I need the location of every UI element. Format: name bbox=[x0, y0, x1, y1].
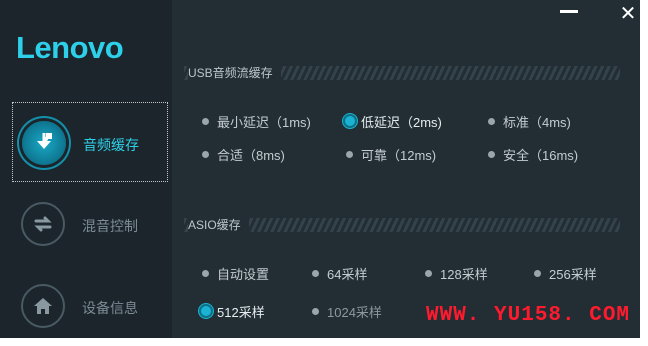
asio-option-256[interactable]: 256采样 bbox=[534, 263, 597, 283]
sidebar-item-device-info[interactable]: 设备信息 bbox=[12, 266, 168, 346]
radio-dot bbox=[425, 269, 432, 277]
section-title: USB音频流缓存 bbox=[188, 64, 281, 81]
minimize-button[interactable] bbox=[560, 10, 578, 13]
radio-dot-selected bbox=[343, 114, 357, 128]
option-label: 自动设置 bbox=[217, 266, 270, 282]
header-stripes bbox=[184, 218, 620, 232]
usb-option-12ms[interactable]: 可靠（12ms) bbox=[346, 144, 436, 164]
asio-option-1024[interactable]: 1024采样 bbox=[312, 301, 382, 321]
option-label: 64采样 bbox=[327, 266, 368, 282]
close-button[interactable]: ✕ bbox=[618, 4, 638, 24]
brand-logo: Lenovo bbox=[16, 30, 124, 65]
usb-option-2ms[interactable]: 低延迟（2ms) bbox=[343, 111, 442, 131]
sidebar-item-mixer[interactable]: 混音控制 bbox=[12, 184, 168, 264]
usb-option-8ms[interactable]: 合适（8ms) bbox=[202, 144, 285, 164]
option-label: 安全（16ms) bbox=[503, 147, 579, 163]
option-label: 标准（4ms) bbox=[503, 114, 571, 130]
watermark: WWW. YU158. COM bbox=[426, 304, 631, 327]
sidebar-item-label: 混音控制 bbox=[82, 218, 138, 234]
radio-dot bbox=[202, 117, 209, 125]
sidebar-item-label: 设备信息 bbox=[82, 300, 138, 316]
home-icon bbox=[21, 284, 65, 328]
radio-dot bbox=[488, 117, 495, 125]
option-label: 低延迟（2ms) bbox=[361, 114, 442, 130]
usb-option-4ms[interactable]: 标准（4ms) bbox=[488, 111, 571, 131]
app-window: Lenovo 音频缓存 混音控制 设备信息 ✕ USB音频流缓存 最小延迟（1m… bbox=[0, 0, 640, 338]
radio-dot bbox=[202, 150, 209, 158]
option-label: 合适（8ms) bbox=[217, 147, 285, 163]
radio-dot bbox=[488, 150, 495, 158]
swap-arrows-icon bbox=[21, 202, 65, 246]
radio-dot bbox=[534, 269, 541, 277]
asio-option-128[interactable]: 128采样 bbox=[425, 263, 488, 283]
sidebar: Lenovo 音频缓存 混音控制 设备信息 bbox=[0, 0, 172, 338]
radio-dot bbox=[346, 150, 353, 158]
sidebar-item-label: 音频缓存 bbox=[83, 137, 139, 153]
radio-dot bbox=[312, 269, 319, 277]
usb-buffer-header: USB音频流缓存 bbox=[184, 62, 620, 82]
asio-option-auto[interactable]: 自动设置 bbox=[202, 263, 269, 283]
asio-option-512[interactable]: 512采样 bbox=[199, 301, 265, 321]
radio-dot bbox=[312, 307, 319, 315]
radio-dot bbox=[202, 269, 209, 277]
music-download-icon bbox=[22, 121, 66, 165]
usb-option-16ms[interactable]: 安全（16ms) bbox=[488, 144, 578, 164]
asio-buffer-header: ASIO缓存 bbox=[184, 214, 620, 234]
option-label: 可靠（12ms) bbox=[361, 147, 437, 163]
option-label: 128采样 bbox=[440, 266, 488, 282]
usb-option-1ms[interactable]: 最小延迟（1ms) bbox=[202, 111, 311, 131]
option-label: 1024采样 bbox=[327, 304, 382, 320]
option-label: 256采样 bbox=[549, 266, 597, 282]
section-title: ASIO缓存 bbox=[188, 216, 249, 233]
asio-option-64[interactable]: 64采样 bbox=[312, 263, 367, 283]
sidebar-item-audio-buffer[interactable]: 音频缓存 bbox=[12, 102, 168, 182]
radio-dot-selected bbox=[199, 304, 213, 318]
option-label: 512采样 bbox=[217, 304, 265, 320]
option-label: 最小延迟（1ms) bbox=[217, 114, 311, 130]
